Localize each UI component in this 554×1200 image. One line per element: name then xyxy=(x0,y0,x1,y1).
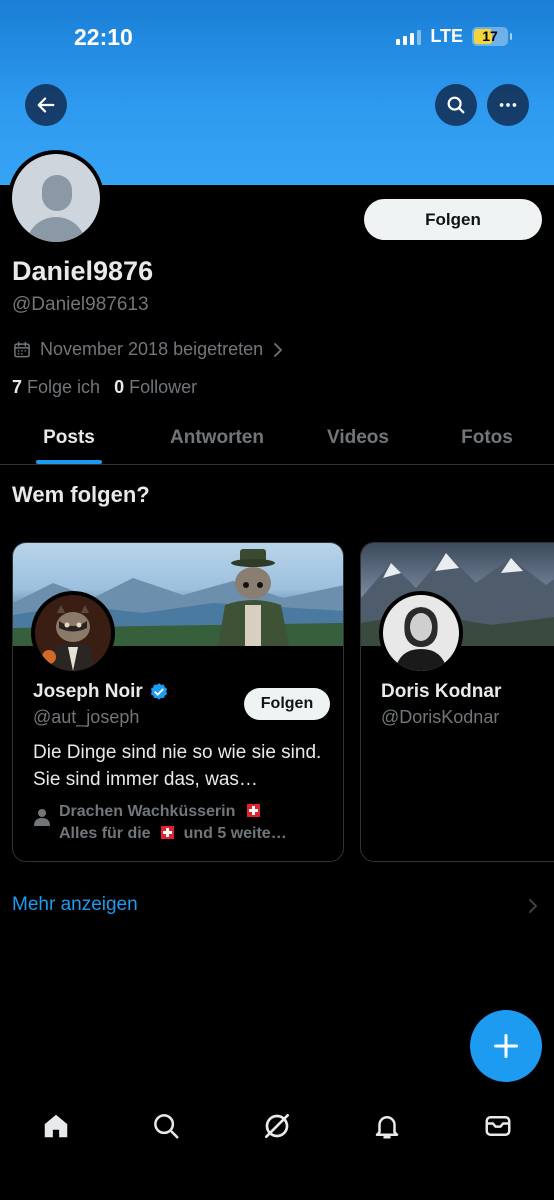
card-handle: @DorisKodnar xyxy=(381,707,500,727)
person-avatar-image xyxy=(383,595,459,671)
following-count: 7 xyxy=(12,377,23,397)
default-avatar-icon xyxy=(12,154,100,242)
chevron-right-icon xyxy=(274,342,283,357)
following-stat[interactable]: 7 Folge ich xyxy=(12,377,100,398)
card-name-text: Doris Kodnar xyxy=(381,681,502,702)
grok-icon xyxy=(265,1114,289,1138)
followed-by-line2-b: und 5 weite… xyxy=(183,825,287,842)
more-button[interactable] xyxy=(487,84,529,126)
nav-messages[interactable] xyxy=(470,1104,526,1148)
arrow-left-icon xyxy=(37,97,55,113)
active-tab-indicator xyxy=(36,460,102,464)
swiss-flag-icon xyxy=(247,804,261,817)
card-name-text: Joseph Noir xyxy=(33,681,143,702)
swiss-flag-icon xyxy=(160,826,174,839)
status-indicators: LTE 17 xyxy=(396,26,512,47)
battery-level: 17 xyxy=(482,28,498,44)
suggestion-card[interactable]: Doris Kodnar @DorisKodnar xyxy=(360,542,554,862)
mail-icon xyxy=(485,1116,511,1136)
signal-icon xyxy=(396,29,422,45)
back-button[interactable] xyxy=(25,84,67,126)
followers-label: Follower xyxy=(129,377,198,397)
card-avatar[interactable] xyxy=(31,591,115,675)
profile-tabs: Posts Antworten Videos Fotos xyxy=(0,412,554,465)
nav-grok[interactable] xyxy=(249,1104,305,1148)
person-icon xyxy=(34,809,50,826)
card-handle: @aut_joseph xyxy=(33,707,140,727)
verified-badge-icon xyxy=(150,683,167,700)
profile-screen: 22:10 LTE 17 Folgen Daniel9876 @Daniel98… xyxy=(0,0,554,1200)
network-label: LTE xyxy=(430,26,463,46)
tab-posts[interactable]: Posts xyxy=(20,412,118,464)
followers-stat[interactable]: 0 Follower xyxy=(114,377,197,398)
display-name: Daniel9876 xyxy=(12,256,154,286)
bottom-navigation xyxy=(0,1092,554,1200)
suggestion-card[interactable]: Joseph Noir @aut_joseph Folgen Die Dinge… xyxy=(12,542,344,862)
raccoon-avatar-image xyxy=(35,595,111,671)
joined-label: November 2018 beigetreten xyxy=(40,339,264,359)
nav-search[interactable] xyxy=(138,1104,194,1148)
compose-button[interactable] xyxy=(470,1010,542,1082)
card-follow-button[interactable]: Folgen xyxy=(244,688,330,720)
card-name: Joseph Noir xyxy=(33,681,169,703)
battery-icon: 17 xyxy=(472,27,512,46)
nav-notifications[interactable] xyxy=(359,1104,415,1148)
follow-button[interactable]: Folgen xyxy=(364,199,542,240)
card-avatar[interactable] xyxy=(379,591,463,675)
status-time: 22:10 xyxy=(74,24,133,50)
followers-count: 0 xyxy=(114,377,125,397)
search-button[interactable] xyxy=(435,84,477,126)
calendar-icon xyxy=(14,341,30,357)
show-more-link[interactable]: Mehr anzeigen xyxy=(12,894,138,916)
bell-icon xyxy=(375,1116,399,1139)
following-label: Folge ich xyxy=(27,377,101,397)
chevron-right-icon[interactable] xyxy=(526,896,540,916)
nav-home[interactable] xyxy=(28,1104,84,1148)
user-handle: @Daniel987613 xyxy=(12,294,149,315)
card-followed-by: Drachen Wachküsserin Alles für die und 5 … xyxy=(33,801,287,845)
profile-avatar[interactable] xyxy=(8,150,104,246)
card-bio: Die Dinge sind nie so wie sie sind. Sie … xyxy=(33,742,322,790)
tab-fotos[interactable]: Fotos xyxy=(440,412,534,464)
home-icon xyxy=(44,1114,68,1138)
follow-stats: 7 Folge ich 0 Follower xyxy=(12,377,197,398)
tab-antworten[interactable]: Antworten xyxy=(152,412,282,464)
plus-icon xyxy=(493,1033,519,1059)
search-icon xyxy=(447,96,465,114)
search-icon xyxy=(154,1114,179,1139)
tab-videos[interactable]: Videos xyxy=(306,412,410,464)
joined-date[interactable]: November 2018 beigetreten xyxy=(12,339,285,360)
more-horizontal-icon xyxy=(499,103,517,107)
followed-by-line1: Drachen Wachküsserin xyxy=(59,803,236,820)
card-name: Doris Kodnar xyxy=(381,681,501,703)
followed-by-line2-a: Alles für die xyxy=(59,825,151,842)
who-to-follow-title: Wem folgen? xyxy=(12,482,150,507)
